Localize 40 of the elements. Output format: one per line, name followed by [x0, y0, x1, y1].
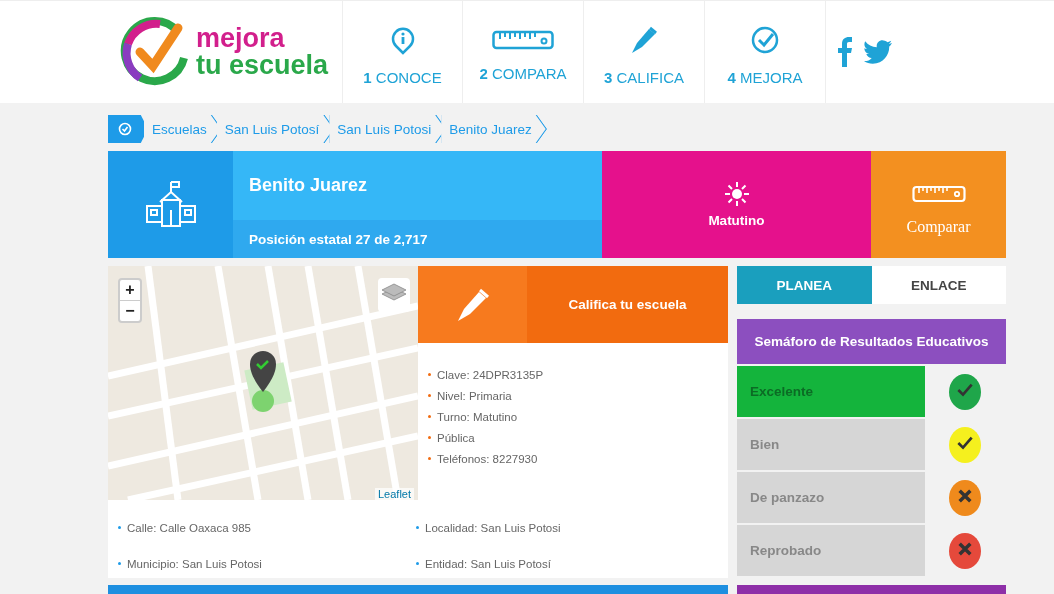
- nav-link[interactable]: 3 CALIFICA: [583, 1, 704, 103]
- pen-icon: [629, 24, 659, 55]
- result-level: De panzazo: [737, 472, 925, 523]
- result-level: Reprobado: [737, 525, 925, 576]
- result-level: Bien: [737, 419, 925, 470]
- facebook-icon[interactable]: [838, 37, 852, 67]
- zoom-in-button[interactable]: +: [120, 280, 140, 300]
- state-position: Posición estatal 27 de 2,717: [233, 220, 602, 258]
- detail-text: Nivel: Primaria: [428, 390, 728, 402]
- section-title: Semáforo de Resultados Educativos: [737, 319, 1006, 364]
- detail-text: Turno: Matutino: [428, 411, 728, 423]
- result-level: Excelente: [737, 366, 925, 417]
- layers-icon[interactable]: [378, 278, 410, 312]
- ruler-icon: [911, 183, 966, 204]
- tab[interactable]: PLANEA: [737, 266, 872, 304]
- logo-text: tu escuela: [196, 52, 329, 79]
- sun-icon: [723, 181, 750, 207]
- address-text: Calle: Calle Oaxaca 985: [118, 522, 416, 542]
- check-circle-icon: [118, 122, 132, 136]
- attribution-link[interactable]: Leaflet: [374, 488, 414, 500]
- check-circle-icon: [750, 24, 780, 55]
- address-text: Municipio: San Luis Potosi: [118, 558, 416, 578]
- compare-button[interactable]: Comparar: [871, 151, 1006, 258]
- school-name: Benito Juarez: [248, 174, 369, 197]
- nav-link[interactable]: 2 COMPARA: [462, 1, 583, 103]
- map[interactable]: + − Leaflet: [108, 266, 418, 500]
- detail-text: Pública: [428, 432, 728, 444]
- address-text: Entidad: San Luis Potosí: [416, 558, 728, 578]
- detail-text: Clave: 24DPR3135P: [428, 369, 728, 381]
- nav-link[interactable]: 4 MEJORA: [704, 1, 825, 103]
- ruler-icon: [492, 28, 554, 51]
- tab[interactable]: ENLACE: [871, 266, 1006, 304]
- twitter-icon[interactable]: [864, 40, 892, 64]
- detail-text: Teléfonos: 8227930: [428, 453, 728, 465]
- school-building-icon: [143, 179, 198, 230]
- shift-text: Matutino: [708, 213, 765, 228]
- logo-text: mejora: [196, 25, 286, 52]
- address-text: Localidad: San Luis Potosi: [416, 522, 728, 542]
- zoom-out-button[interactable]: −: [120, 300, 140, 321]
- nav-link[interactable]: 1 CONOCE: [342, 1, 462, 103]
